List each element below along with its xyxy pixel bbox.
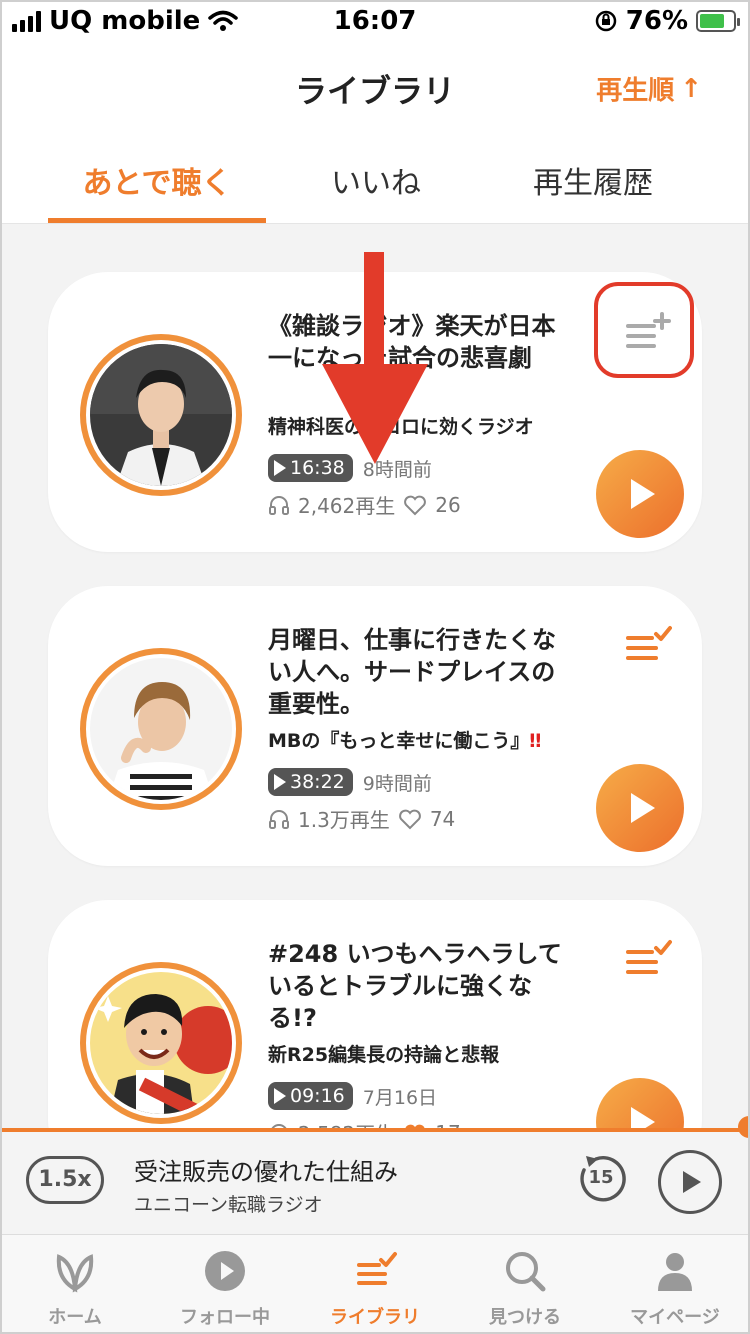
headphones-icon <box>269 809 289 829</box>
posted-time: 7月16日 <box>362 1086 438 1109</box>
exclamation-badge: ‼ <box>529 730 542 752</box>
duration-badge: 09:16 <box>268 1082 353 1110</box>
avatar <box>80 962 242 1124</box>
battery-icon <box>696 10 740 32</box>
now-playing-show[interactable]: ユニコーン転職ラジオ <box>134 1190 323 1217</box>
avatar <box>80 334 242 496</box>
nav-home[interactable]: ホーム <box>0 1235 150 1334</box>
host-photo <box>90 344 232 486</box>
progress-knob[interactable] <box>738 1116 750 1138</box>
episode-title[interactable]: #248 いつもヘラヘラしているとトラブルに強くなる!? <box>268 938 568 1034</box>
mini-player[interactable]: 1.5x 受注販売の優れた仕組み ユニコーン転職ラジオ 15 <box>0 1116 750 1234</box>
like-count: 26 <box>435 492 461 517</box>
heart-icon <box>404 495 427 515</box>
play-circle-icon <box>205 1251 245 1291</box>
bottom-nav: ホーム フォロー中 ライブラリ 見つける マイページ <box>0 1234 750 1334</box>
sort-label: 再生順 <box>596 76 675 106</box>
nav-mypage[interactable]: マイページ <box>600 1235 750 1334</box>
tab-listen-later[interactable]: あとで聴く <box>47 158 267 202</box>
library-icon <box>357 1252 397 1285</box>
show-name[interactable]: 新R25編集長の持論と悲報 <box>268 1040 568 1067</box>
leaf-icon <box>56 1254 94 1293</box>
play-icon <box>631 479 655 509</box>
nav-discover[interactable]: 見つける <box>450 1235 600 1334</box>
rotation-lock-icon <box>595 10 617 32</box>
nav-library[interactable]: ライブラリ <box>300 1235 450 1334</box>
rewind-15-button[interactable]: 15 <box>574 1152 628 1206</box>
play-icon <box>683 1171 701 1193</box>
player-play-button[interactable] <box>658 1150 722 1214</box>
avatar <box>80 648 242 810</box>
episode-title[interactable]: 月曜日、仕事に行きたくない人へ。サードプレイスの重要性。 <box>268 624 568 720</box>
host-illustration <box>90 972 232 1114</box>
playback-speed-button[interactable]: 1.5x <box>26 1156 104 1204</box>
heart-icon <box>398 809 421 829</box>
in-queue-icon[interactable] <box>624 938 672 982</box>
sort-order-button[interactable]: 再生順 ↑ <box>596 70 702 107</box>
duration-badge: 38:22 <box>268 768 353 796</box>
like-count: 74 <box>429 806 456 831</box>
play-button[interactable] <box>596 764 684 852</box>
now-playing-title[interactable]: 受注販売の優れた仕組み <box>134 1152 398 1187</box>
play-triangle-icon <box>274 1088 286 1104</box>
nav-following[interactable]: フォロー中 <box>150 1235 300 1334</box>
play-icon <box>631 793 655 823</box>
play-button[interactable] <box>596 450 684 538</box>
battery-percent: 76% <box>625 6 688 36</box>
person-icon <box>658 1253 692 1291</box>
header: ライブラリ 再生順 ↑ あとで聴く いいね 再生履歴 <box>0 44 750 224</box>
status-bar: UQ mobile 16:07 76% <box>0 0 750 44</box>
host-photo <box>90 658 232 800</box>
arrow-up-icon: ↑ <box>680 73 702 104</box>
headphones-icon <box>269 495 289 515</box>
annotation-arrow <box>322 252 428 464</box>
episode-card[interactable]: 月曜日、仕事に行きたくない人へ。サードプレイスの重要性。 MBの『もっと幸せに働… <box>48 586 702 866</box>
highlight-annotation <box>594 282 694 378</box>
tab-likes[interactable]: いいね <box>266 158 486 202</box>
show-name[interactable]: MBの『もっと幸せに働こう』‼ <box>268 726 568 753</box>
search-icon <box>506 1252 546 1292</box>
tab-history[interactable]: 再生履歴 <box>483 158 703 202</box>
play-count: 1.3万再生 <box>298 808 390 832</box>
posted-time: 9時間前 <box>362 772 432 795</box>
play-triangle-icon <box>274 774 286 790</box>
tab-bar: あとで聴く いいね 再生履歴 <box>0 144 750 224</box>
in-queue-icon[interactable] <box>624 624 672 668</box>
play-triangle-icon <box>274 460 286 476</box>
active-tab-indicator <box>48 218 266 223</box>
play-count: 2,462再生 <box>298 494 396 518</box>
